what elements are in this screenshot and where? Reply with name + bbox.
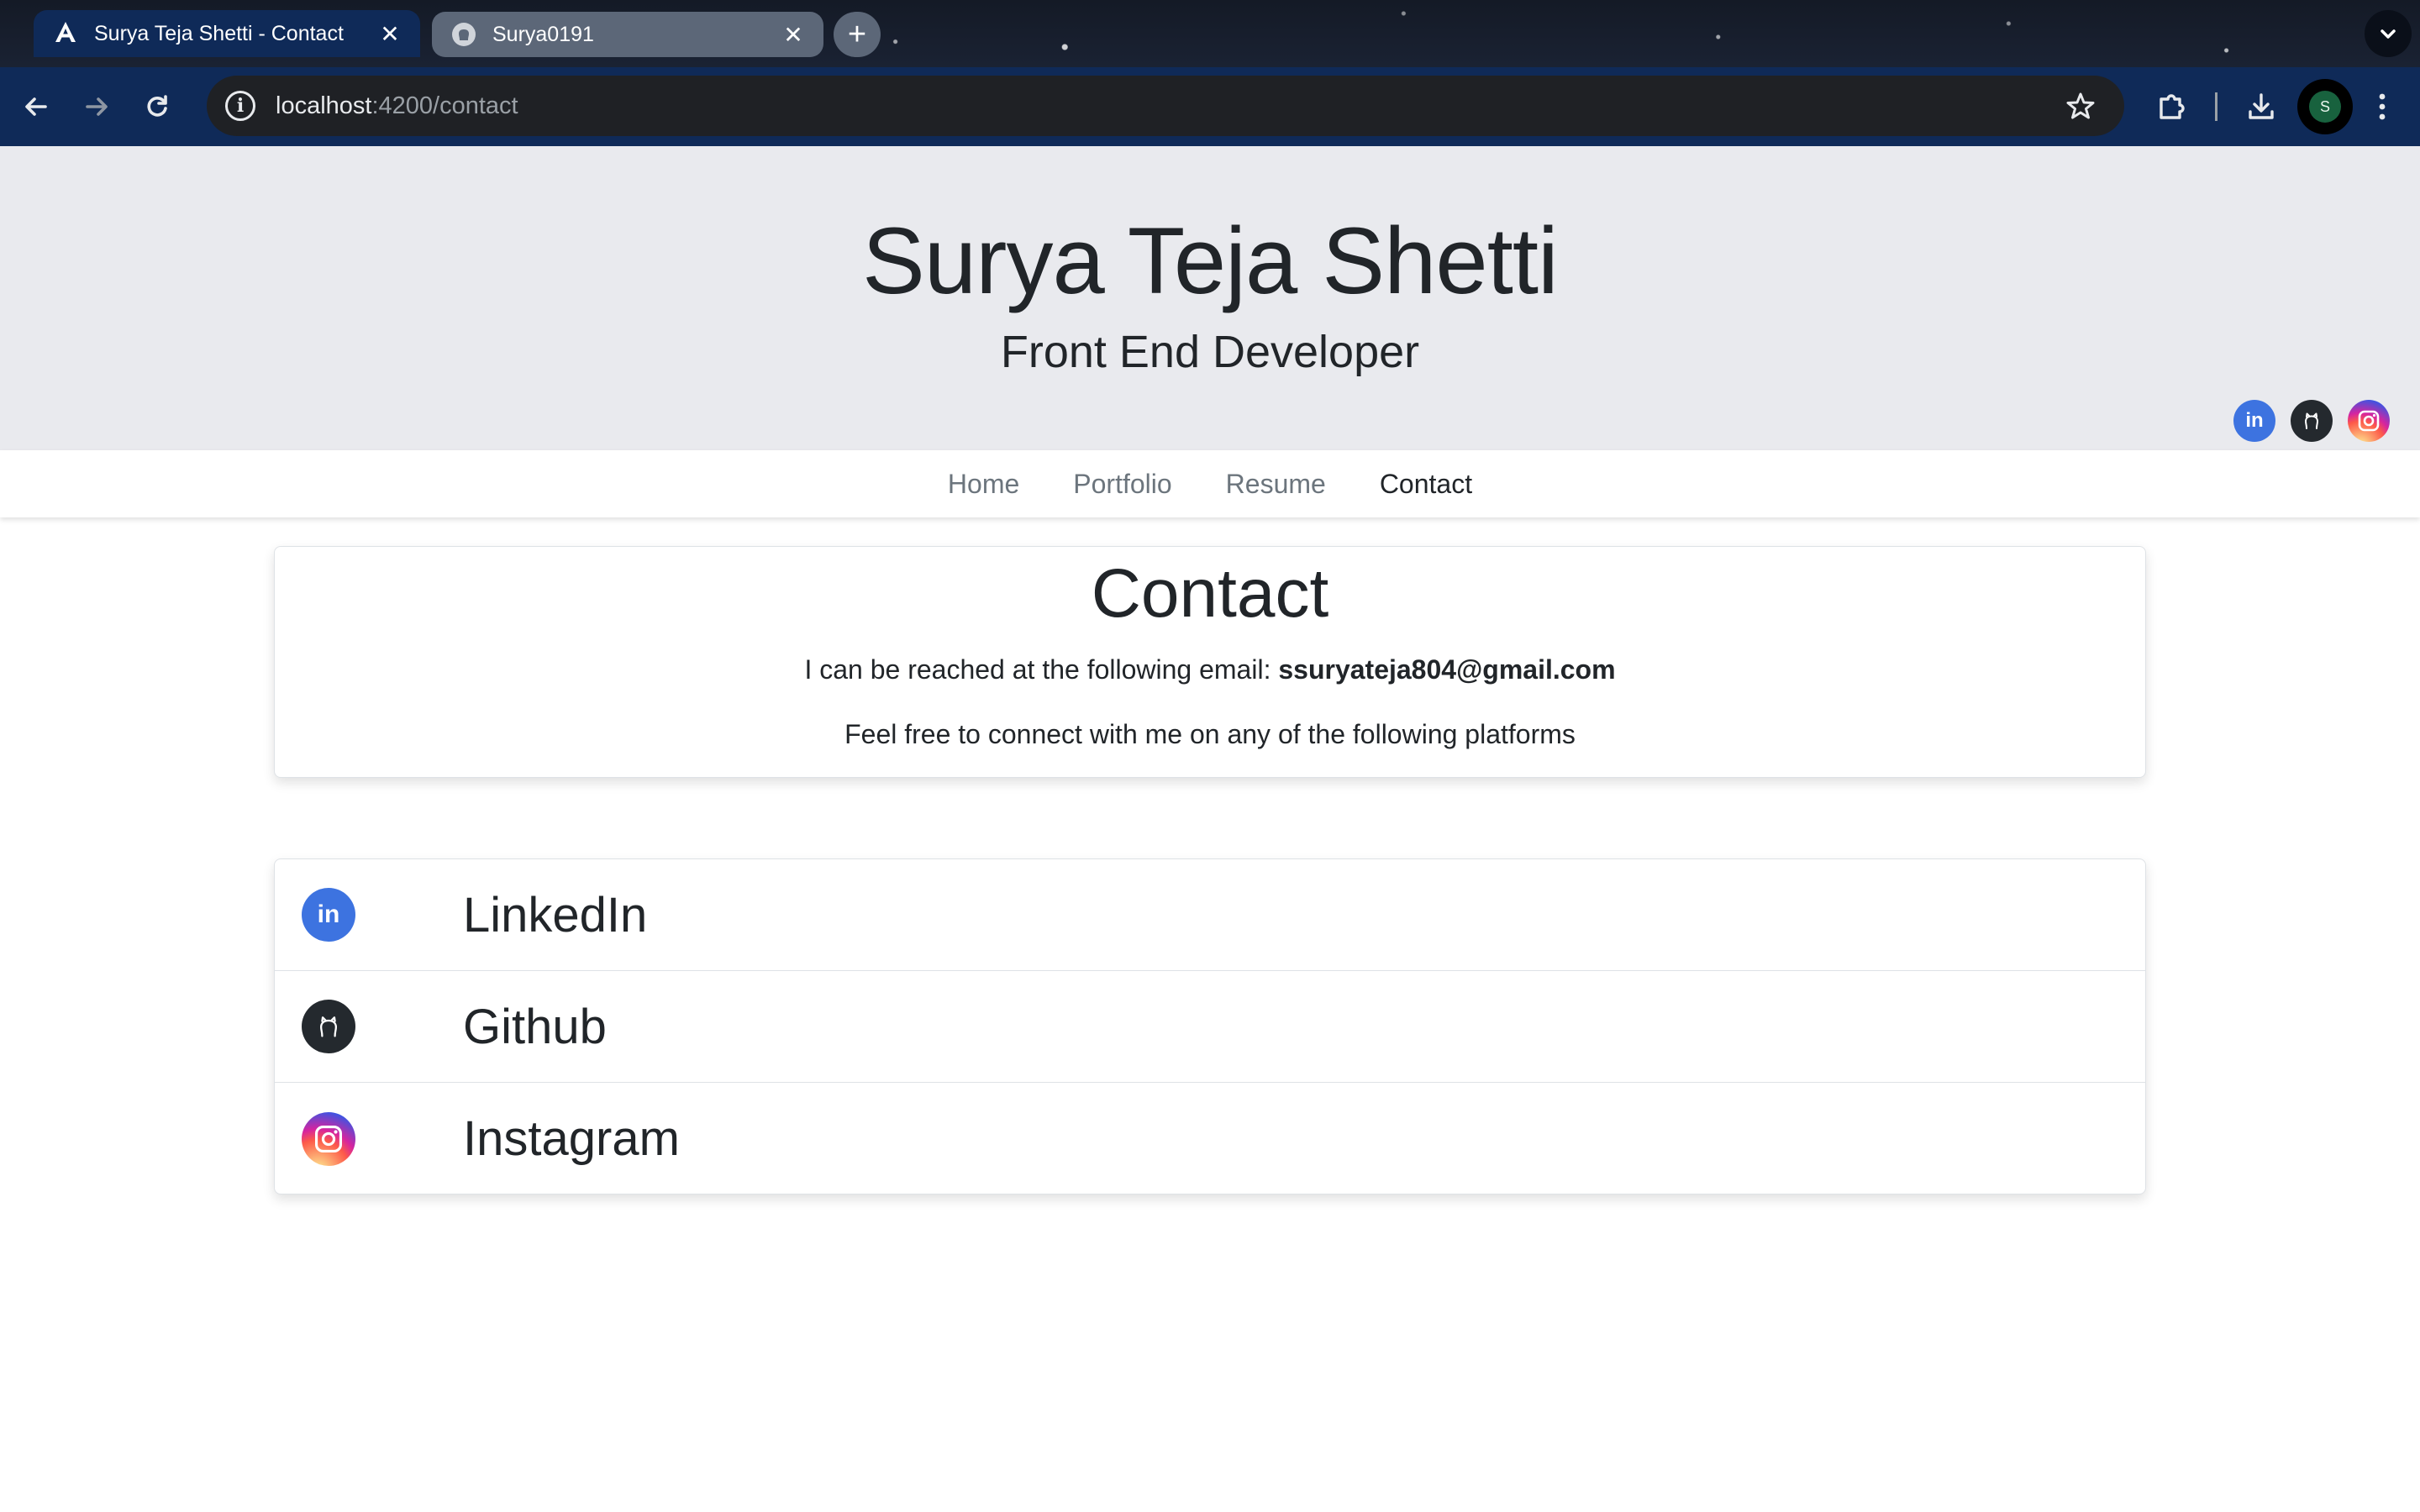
menu-button[interactable] bbox=[2360, 84, 2405, 129]
arrow-left-icon bbox=[25, 97, 47, 116]
bookmark-star-icon[interactable] bbox=[2065, 91, 2096, 125]
tab-close-icon[interactable]: ✕ bbox=[781, 21, 805, 49]
email-address[interactable]: ssuryateja804@gmail.com bbox=[1278, 654, 1615, 685]
profile-avatar[interactable]: S bbox=[2297, 79, 2353, 134]
linkedin-icon: in bbox=[302, 888, 355, 942]
list-item-instagram[interactable]: Instagram bbox=[275, 1083, 2145, 1194]
list-item-linkedin[interactable]: in LinkedIn bbox=[275, 859, 2145, 971]
main-nav: Home Portfolio Resume Contact bbox=[0, 450, 2420, 517]
site-header: Surya Teja Shetti Front End Developer in bbox=[0, 146, 2420, 450]
tab-title: Surya Teja Shetti - Contact bbox=[94, 21, 344, 45]
instagram-icon bbox=[302, 1111, 355, 1166]
instagram-icon[interactable] bbox=[2348, 400, 2390, 442]
extensions-button[interactable] bbox=[2149, 84, 2195, 129]
nav-home[interactable]: Home bbox=[948, 469, 1019, 500]
platform-label[interactable]: LinkedIn bbox=[463, 887, 647, 943]
tab-close-icon[interactable]: ✕ bbox=[378, 20, 402, 48]
reload-icon bbox=[147, 95, 167, 117]
header-social-links: in bbox=[2233, 400, 2390, 442]
url-host: localhost bbox=[276, 92, 372, 119]
url-text[interactable]: localhost:4200/contact bbox=[276, 92, 518, 120]
downloads-button[interactable] bbox=[2238, 84, 2284, 129]
tab-contact[interactable]: Surya Teja Shetti - Contact ✕ bbox=[34, 10, 420, 57]
list-item-github[interactable]: Github bbox=[275, 971, 2145, 1083]
toolbar-separator bbox=[2215, 92, 2217, 121]
email-prefix: I can be reached at the following email: bbox=[804, 654, 1279, 685]
address-bar[interactable]: i localhost:4200/contact bbox=[207, 76, 2124, 136]
chevron-down-icon bbox=[2381, 29, 2396, 39]
linkedin-icon[interactable]: in bbox=[2233, 400, 2275, 442]
puzzle-icon bbox=[2160, 94, 2185, 119]
tab-github[interactable]: Surya0191 ✕ bbox=[432, 12, 823, 57]
contact-heading: Contact bbox=[1091, 555, 1329, 632]
site-name: Surya Teja Shetti bbox=[862, 208, 1559, 313]
angular-icon bbox=[52, 20, 79, 47]
github-icon[interactable] bbox=[2291, 400, 2333, 442]
reload-button[interactable] bbox=[134, 84, 180, 129]
platforms-text: Feel free to connect with me on any of t… bbox=[844, 719, 1576, 749]
platforms-list: in LinkedIn Github Instagram bbox=[274, 858, 2146, 1194]
back-button[interactable] bbox=[13, 84, 59, 129]
arrow-right-icon bbox=[86, 97, 108, 116]
github-icon bbox=[450, 21, 477, 48]
url-path: :4200/contact bbox=[371, 92, 518, 119]
download-icon bbox=[2249, 93, 2274, 119]
forward-button[interactable] bbox=[74, 84, 119, 129]
tab-strip: Surya Teja Shetti - Contact ✕ Surya0191 … bbox=[0, 0, 2420, 67]
profile-initial: S bbox=[2309, 91, 2341, 123]
browser-toolbar: i localhost:4200/contact S bbox=[0, 67, 2420, 146]
platform-label[interactable]: Github bbox=[463, 999, 607, 1055]
contact-card: Contact I can be reached at the followin… bbox=[274, 546, 2146, 778]
nav-portfolio[interactable]: Portfolio bbox=[1073, 469, 1171, 500]
site-role: Front End Developer bbox=[1000, 327, 1420, 377]
contact-email-line: I can be reached at the following email:… bbox=[275, 654, 2145, 685]
kebab-menu-icon bbox=[2379, 93, 2386, 120]
tab-title: Surya0191 bbox=[492, 22, 594, 46]
tab-search-button[interactable] bbox=[2365, 10, 2412, 57]
new-tab-button[interactable]: + bbox=[834, 12, 881, 57]
platform-label[interactable]: Instagram bbox=[463, 1110, 680, 1167]
nav-contact[interactable]: Contact bbox=[1380, 469, 1472, 500]
site-info-icon[interactable]: i bbox=[225, 91, 255, 121]
github-icon bbox=[302, 1000, 355, 1053]
nav-resume[interactable]: Resume bbox=[1226, 469, 1326, 500]
